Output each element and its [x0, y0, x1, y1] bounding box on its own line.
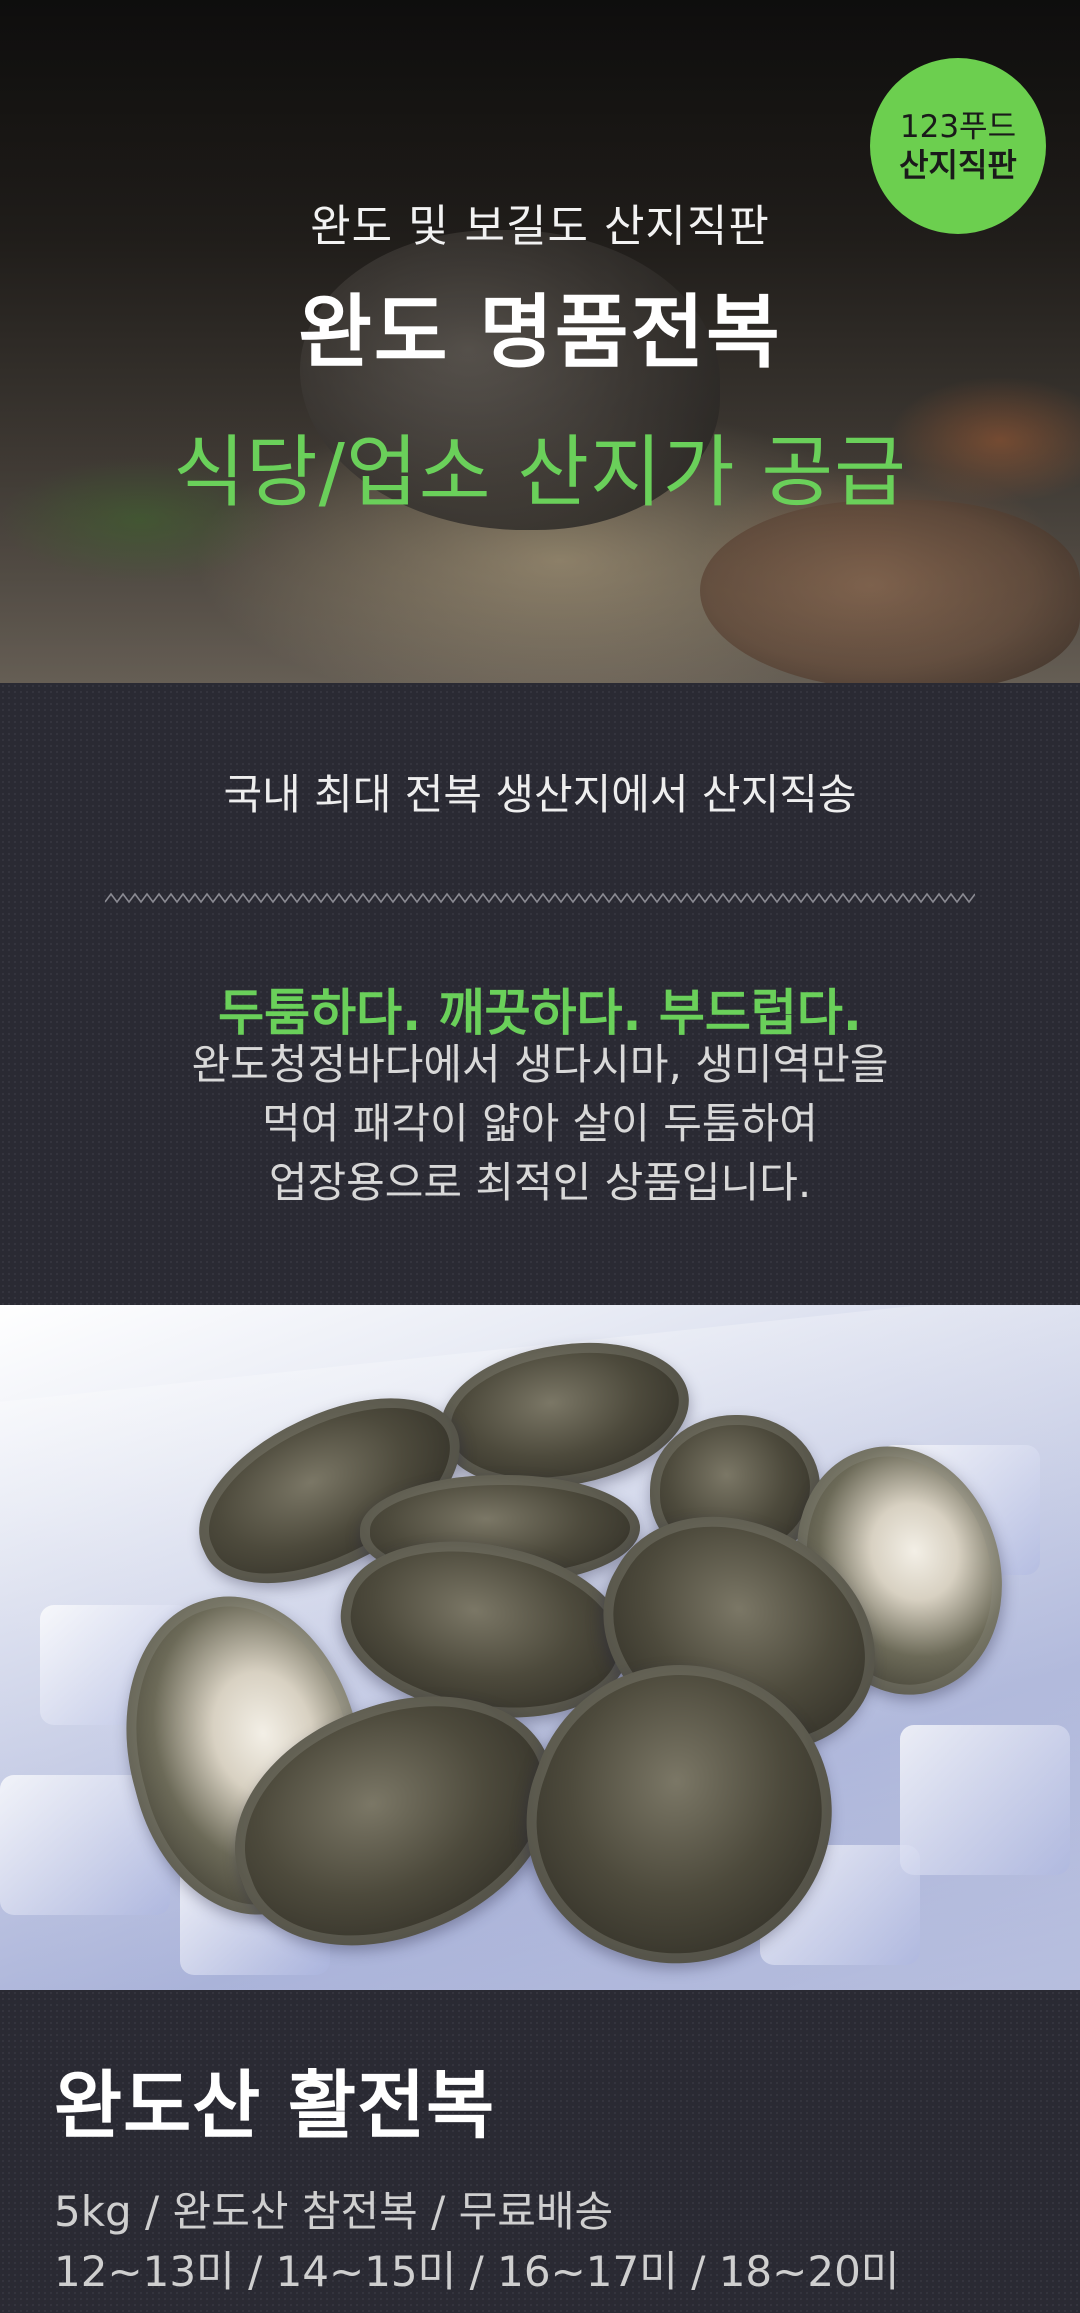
- hero-banner: 완도 및 보길도 산지직판 완도 명품전복 식당/업소 산지가 공급 123푸드…: [0, 0, 1080, 683]
- zigzag-divider: [105, 892, 975, 904]
- intro-line: 먹여 패각이 얇아 살이 두툼하여: [262, 1099, 818, 1148]
- product-size-options: 12~13미 / 14~15미 / 16~17미 / 18~20미: [54, 2247, 900, 2296]
- badge-label: 산지직판: [899, 146, 1017, 184]
- intro-headline: 국내 최대 전복 생산지에서 산지직송: [223, 770, 857, 819]
- product-name: 완도산 활전복: [54, 2063, 496, 2149]
- abalone-on-ice-photo: [0, 1305, 1080, 1990]
- ice-cube: [900, 1725, 1070, 1875]
- product-details: 5kg / 완도산 참전복 / 무료배송: [54, 2187, 614, 2236]
- intro-line: 완도청정바다에서 생다시마, 생미역만을: [191, 1040, 889, 1089]
- hero-tagline: 식당/업소 산지가 공급: [173, 428, 907, 518]
- direct-sale-badge: 123푸드 산지직판: [870, 58, 1046, 234]
- product-detail-page: 완도 및 보길도 산지직판 완도 명품전복 식당/업소 산지가 공급 123푸드…: [0, 0, 1080, 2313]
- intro-line: 업장용으로 최적인 상품입니다.: [268, 1158, 812, 1207]
- product-info: 완도산 활전복 5kg / 완도산 참전복 / 무료배송 12~13미 / 14…: [0, 1990, 1080, 2313]
- intro-description: 완도청정바다에서 생다시마, 생미역만을 먹여 패각이 얇아 살이 두툼하여 업…: [0, 1035, 1080, 1212]
- intro-section: 국내 최대 전복 생산지에서 산지직송 두툼하다. 깨끗하다. 부드럽다. 완도…: [0, 683, 1080, 1305]
- hero-title: 완도 명품전복: [298, 286, 782, 379]
- badge-brand: 123푸드: [899, 109, 1017, 145]
